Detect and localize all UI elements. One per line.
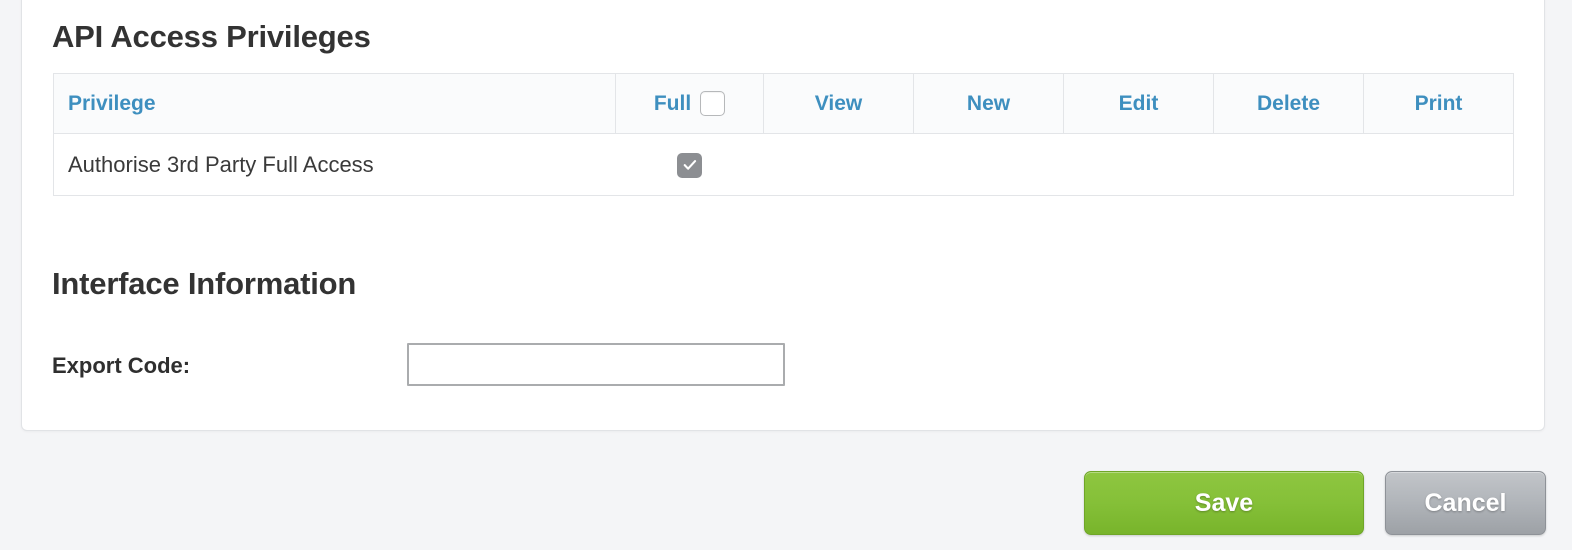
export-code-input[interactable] <box>407 343 785 386</box>
privileges-table: Privilege Full View New Edit Delete Prin… <box>53 73 1514 196</box>
export-code-field-row: Export Code: <box>52 343 852 389</box>
row-privilege-label: Authorise 3rd Party Full Access <box>53 133 616 196</box>
checkbox-unchecked-icon[interactable] <box>700 91 726 116</box>
column-header-edit[interactable]: Edit <box>1063 73 1214 134</box>
row-full-cell <box>615 133 764 196</box>
row-edit-cell <box>1063 133 1214 196</box>
full-header-inner: Full <box>654 91 726 116</box>
column-header-delete[interactable]: Delete <box>1213 73 1364 134</box>
column-header-privilege[interactable]: Privilege <box>53 73 616 134</box>
table-header-row: Privilege Full View New Edit Delete Prin… <box>53 73 1514 134</box>
save-button[interactable]: Save <box>1084 471 1364 535</box>
privileges-table-body: Authorise 3rd Party Full Access <box>53 133 1514 196</box>
footer-actions: Save Cancel <box>0 462 1572 550</box>
privileges-table-wrapper: Privilege Full View New Edit Delete Prin… <box>53 73 1514 196</box>
settings-page: API Access Privileges Privilege Full Vie… <box>0 0 1572 550</box>
column-header-new[interactable]: New <box>913 73 1064 134</box>
row-view-cell <box>763 133 914 196</box>
column-header-print[interactable]: Print <box>1363 73 1514 134</box>
panel-inner: API Access Privileges Privilege Full Vie… <box>52 0 1532 430</box>
export-code-label: Export Code: <box>52 353 191 378</box>
column-header-full: Full <box>615 73 764 134</box>
table-row: Authorise 3rd Party Full Access <box>53 133 1514 196</box>
column-header-view[interactable]: View <box>763 73 914 134</box>
content-panel: API Access Privileges Privilege Full Vie… <box>21 0 1545 431</box>
column-header-full-label[interactable]: Full <box>654 92 691 116</box>
checkbox-checked-icon[interactable] <box>677 152 702 178</box>
row-new-cell <box>913 133 1064 196</box>
row-print-cell <box>1363 133 1514 196</box>
interface-information-title: Interface Information <box>52 266 357 301</box>
privileges-table-head: Privilege Full View New Edit Delete Prin… <box>53 73 1514 134</box>
api-access-privileges-title: API Access Privileges <box>52 19 371 54</box>
row-delete-cell <box>1213 133 1364 196</box>
cancel-button[interactable]: Cancel <box>1385 471 1546 535</box>
